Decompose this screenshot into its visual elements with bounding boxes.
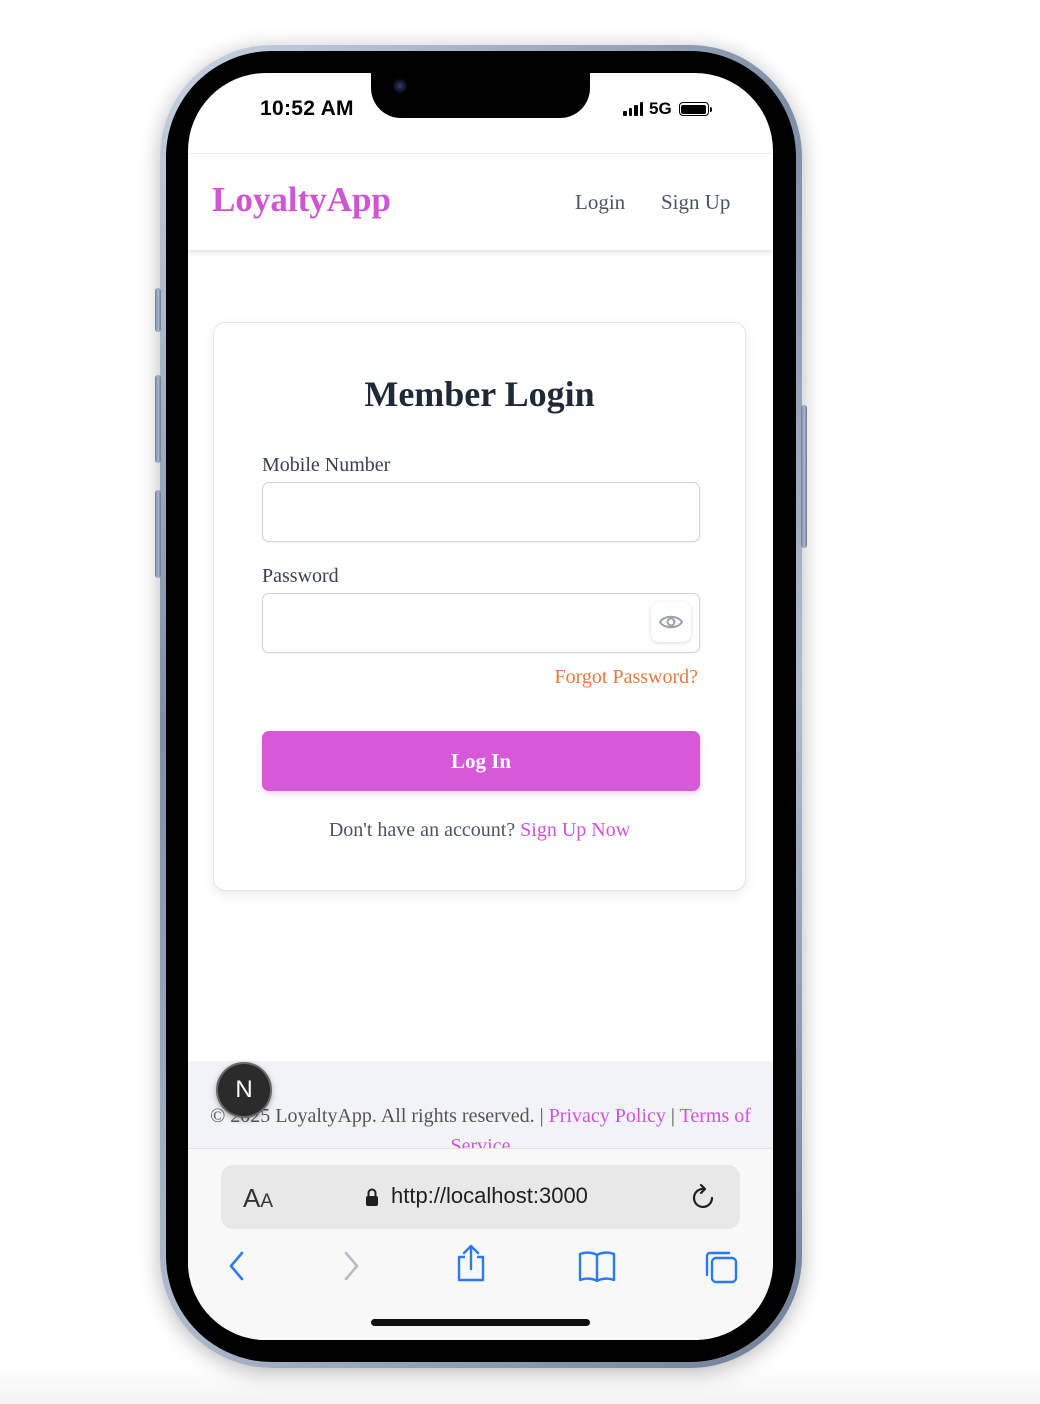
power-button (801, 405, 807, 548)
phone-screen: 10:52 AM 5G LoyaltyApp Login Sign Up Mem… (188, 73, 773, 1340)
silent-switch (155, 288, 161, 332)
share-icon[interactable] (454, 1243, 488, 1283)
network-type: 5G (649, 99, 672, 118)
volume-up-button (155, 375, 161, 463)
home-indicator (371, 1319, 590, 1326)
lock-icon (366, 1188, 378, 1206)
bookmarks-icon[interactable] (578, 1249, 616, 1283)
password-label: Password (262, 565, 339, 587)
mobile-number-input[interactable] (262, 482, 700, 542)
reload-icon[interactable] (689, 1181, 719, 1213)
footer-text: © 2025 LoyaltyApp. All rights reserved. … (188, 1101, 773, 1149)
nav-signup-link[interactable]: Sign Up (661, 190, 730, 215)
status-time: 10:52 AM (260, 97, 354, 120)
volume-down-button (155, 490, 161, 578)
privacy-policy-link[interactable]: Privacy Policy (549, 1105, 666, 1127)
nextjs-dev-badge[interactable]: N (216, 1062, 272, 1118)
page-footer: © 2025 LoyaltyApp. All rights reserved. … (188, 1061, 773, 1149)
forward-icon[interactable] (340, 1249, 362, 1283)
signup-now-link[interactable]: Sign Up Now (520, 819, 630, 841)
login-button[interactable]: Log In (262, 731, 700, 791)
show-password-button[interactable] (651, 602, 691, 642)
notch (371, 73, 590, 118)
no-account-text: Don't have an account? (328, 819, 516, 841)
forgot-password-link[interactable]: Forgot Password? (554, 666, 698, 689)
password-input[interactable] (262, 593, 700, 653)
mobile-number-label: Mobile Number (262, 454, 391, 476)
page-title: Member Login (364, 374, 595, 414)
login-card: Member Login Mobile Number Password Forg… (213, 322, 746, 891)
status-indicators: 5G (623, 99, 712, 119)
tabs-icon[interactable] (703, 1249, 739, 1285)
back-icon[interactable] (226, 1249, 248, 1283)
signal-icon (623, 102, 643, 116)
url-text: http://localhost:3000 (391, 1183, 588, 1208)
aa-small-letter: A (260, 1191, 274, 1212)
battery-icon (678, 102, 712, 116)
text-size-button[interactable]: AA (243, 1183, 273, 1214)
browser-chrome: AA http://localhost:3000 (188, 1148, 773, 1340)
nav-login-link[interactable]: Login (575, 190, 625, 215)
app-header: LoyaltyApp Login Sign Up (188, 153, 773, 250)
page-bottom-fade (0, 1364, 1040, 1404)
address-bar[interactable]: AA http://localhost:3000 (221, 1165, 740, 1229)
brand-logo[interactable]: LoyaltyApp (212, 180, 391, 220)
aa-large-letter: A (243, 1183, 261, 1213)
eye-icon (658, 615, 684, 629)
signup-prompt: Don't have an account? Sign Up Now (214, 819, 745, 842)
footer-separator: | (665, 1105, 680, 1127)
front-camera (393, 79, 407, 93)
